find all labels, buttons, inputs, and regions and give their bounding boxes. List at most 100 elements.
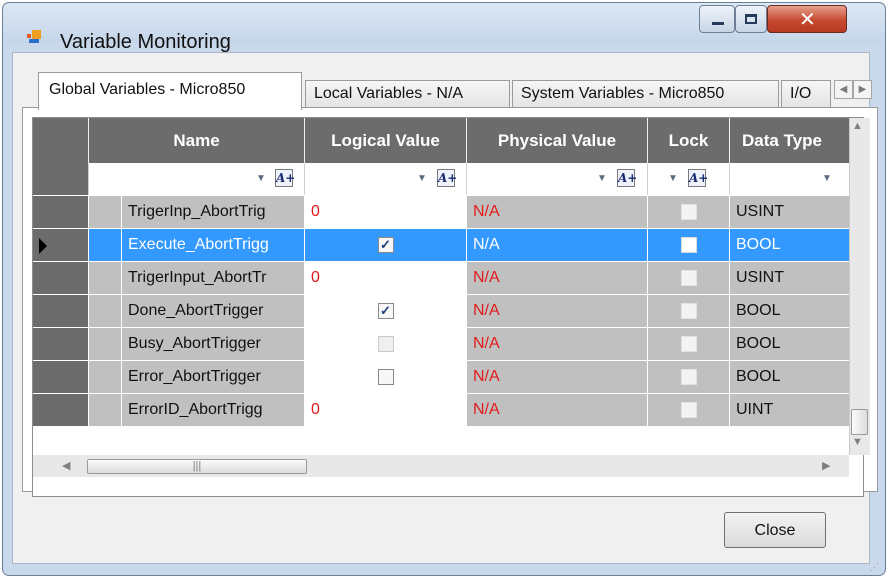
data-type-cell[interactable]: BOOL [730, 361, 850, 394]
lock-cell[interactable] [648, 196, 730, 229]
variable-name-cell[interactable]: Busy_AbortTrigger [122, 328, 305, 361]
data-type-cell[interactable]: USINT [730, 196, 850, 229]
physical-value-cell[interactable]: N/A [467, 394, 648, 427]
tab-global-variables[interactable]: Global Variables - Micro850 [38, 72, 302, 110]
table-row[interactable]: Error_AbortTrigger N/A BOOL [33, 361, 850, 394]
filter-dropdown-icon[interactable]: ▼ [256, 173, 266, 184]
scroll-down-icon[interactable]: ▼ [852, 436, 863, 448]
logical-value-cell[interactable] [305, 361, 467, 394]
logical-value-checkbox[interactable] [377, 336, 394, 352]
scroll-right-icon[interactable]: ▶ [822, 459, 830, 472]
vertical-scroll-thumb[interactable] [851, 409, 868, 435]
physical-value-cell[interactable]: N/A [467, 295, 648, 328]
filter-dropdown-icon[interactable]: ▼ [417, 173, 427, 184]
lock-cell[interactable] [648, 328, 730, 361]
filter-logical-value[interactable]: ▼ A+ [305, 163, 467, 195]
data-type-cell[interactable]: BOOL [730, 328, 850, 361]
filter-options-icon[interactable]: A+ [275, 169, 295, 187]
row-selector[interactable] [33, 295, 89, 328]
variable-name-cell[interactable]: TrigerInput_AbortTr [122, 262, 305, 295]
row-selector[interactable] [33, 394, 89, 427]
filter-options-icon[interactable]: A+ [437, 169, 457, 187]
row-selector[interactable] [33, 328, 89, 361]
column-header-name[interactable]: Name [89, 118, 305, 163]
logical-value-cell[interactable]: 0 [305, 394, 467, 427]
app-icon [27, 30, 41, 44]
lock-cell[interactable] [648, 229, 730, 262]
data-type-cell[interactable]: BOOL [730, 295, 850, 328]
table-row[interactable]: Execute_AbortTrigg ✓ N/A BOOL [33, 229, 850, 262]
lock-cell[interactable] [648, 295, 730, 328]
row-selector[interactable] [33, 361, 89, 394]
table-row[interactable]: TrigerInput_AbortTr 0 N/A USINT [33, 262, 850, 295]
tab-local-variables[interactable]: Local Variables - N/A [305, 80, 510, 108]
data-type-cell[interactable]: UINT [730, 394, 850, 427]
lock-checkbox[interactable] [680, 369, 697, 385]
lock-checkbox[interactable] [680, 204, 697, 220]
lock-cell[interactable] [648, 361, 730, 394]
table-row[interactable]: TrigerInp_AbortTrig 0 N/A USINT [33, 196, 850, 229]
tab-system-variables[interactable]: System Variables - Micro850 [512, 80, 779, 108]
variable-name-cell[interactable]: Execute_AbortTrigg [122, 229, 305, 262]
lock-cell[interactable] [648, 262, 730, 295]
tab-scroll-right-icon[interactable]: ▶ [853, 80, 872, 99]
data-type-cell[interactable]: BOOL [730, 229, 850, 262]
tab-scroll-left-icon[interactable]: ◀ [834, 80, 853, 99]
table-row[interactable]: Done_AbortTrigger ✓ N/A BOOL [33, 295, 850, 328]
physical-value-cell[interactable]: N/A [467, 361, 648, 394]
variable-name-cell[interactable]: ErrorID_AbortTrigg [122, 394, 305, 427]
logical-value-checkbox[interactable]: ✓ [377, 303, 394, 319]
column-header-data-type[interactable]: Data Type [730, 118, 850, 163]
maximize-button[interactable] [735, 5, 767, 33]
logical-value-cell[interactable]: 0 [305, 262, 467, 295]
filter-data-type[interactable]: ▼ [730, 163, 850, 195]
vertical-scrollbar[interactable] [849, 118, 870, 455]
logical-value-cell[interactable]: ✓ [305, 229, 467, 262]
table-row[interactable]: Busy_AbortTrigger N/A BOOL [33, 328, 850, 361]
filter-name[interactable]: ▼ A+ [89, 163, 305, 195]
logical-value-checkbox[interactable] [377, 369, 394, 385]
filter-options-icon[interactable]: A+ [688, 169, 708, 187]
physical-value-cell[interactable]: N/A [467, 328, 648, 361]
tab-io[interactable]: I/O [781, 80, 831, 108]
row-selector[interactable] [33, 262, 89, 295]
logical-value-text: 0 [311, 269, 320, 286]
column-header-physical-value[interactable]: Physical Value [467, 118, 648, 163]
filter-dropdown-icon[interactable]: ▼ [597, 173, 607, 184]
physical-value-cell[interactable]: N/A [467, 262, 648, 295]
resize-grip-icon[interactable]: ⋰ [870, 562, 879, 573]
variable-name-cell[interactable]: TrigerInp_AbortTrig [122, 196, 305, 229]
filter-dropdown-icon[interactable]: ▼ [668, 173, 678, 184]
lock-checkbox[interactable] [680, 336, 697, 352]
lock-cell[interactable] [648, 394, 730, 427]
lock-checkbox[interactable] [680, 237, 697, 253]
lock-checkbox[interactable] [680, 270, 697, 286]
row-selector[interactable] [33, 229, 89, 262]
filter-dropdown-icon[interactable]: ▼ [822, 173, 832, 184]
physical-value-cell[interactable]: N/A [467, 229, 648, 262]
scroll-up-icon[interactable]: ▲ [852, 120, 863, 132]
logical-value-cell[interactable] [305, 328, 467, 361]
lock-checkbox[interactable] [680, 303, 697, 319]
data-type-cell[interactable]: USINT [730, 262, 850, 295]
table-row[interactable]: ErrorID_AbortTrigg 0 N/A UINT [33, 394, 850, 427]
column-header-lock[interactable]: Lock [648, 118, 730, 163]
column-header-logical-value[interactable]: Logical Value [305, 118, 467, 163]
physical-value-cell[interactable]: N/A [467, 196, 648, 229]
logical-value-cell[interactable]: 0 [305, 196, 467, 229]
logical-value-checkbox[interactable]: ✓ [377, 237, 394, 253]
close-button[interactable]: Close [724, 512, 826, 548]
horizontal-scroll-thumb[interactable]: ||| [87, 459, 307, 474]
logical-value-cell[interactable]: ✓ [305, 295, 467, 328]
filter-lock[interactable]: ▼ A+ [648, 163, 730, 195]
filter-physical-value[interactable]: ▼ A+ [467, 163, 648, 195]
variable-name-cell[interactable]: Error_AbortTrigger [122, 361, 305, 394]
filter-options-icon[interactable]: A+ [617, 169, 637, 187]
lock-checkbox[interactable] [680, 402, 697, 418]
scroll-left-icon[interactable]: ◀ [62, 459, 70, 472]
close-window-button[interactable]: ✕ [767, 5, 847, 33]
minimize-button[interactable] [699, 5, 735, 33]
variable-name-cell[interactable]: Done_AbortTrigger [122, 295, 305, 328]
logical-value-text: 0 [311, 203, 320, 220]
row-selector[interactable] [33, 196, 89, 229]
